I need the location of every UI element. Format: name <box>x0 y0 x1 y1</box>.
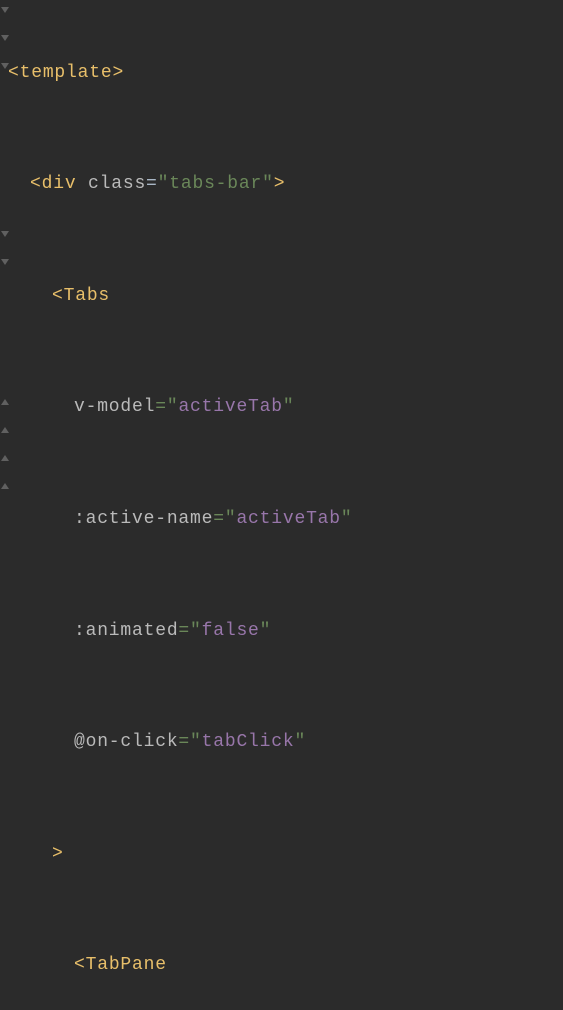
equals-quote: =" <box>155 397 178 417</box>
fold-marker-icon <box>0 482 10 490</box>
code-line[interactable]: <TabPane <box>8 952 563 980</box>
fold-marker-icon <box>0 258 10 266</box>
fold-marker-icon <box>0 230 10 238</box>
fold-marker-icon <box>0 62 10 70</box>
tag-close: > <box>274 174 286 194</box>
equals-quote: =" <box>178 732 201 752</box>
fold-gutter <box>0 4 10 1010</box>
tag-open: < <box>30 174 42 194</box>
code-line[interactable]: :animated="false" <box>8 618 563 646</box>
attr-name: :animated <box>74 621 178 641</box>
code-line[interactable]: :active-name="activeTab" <box>8 506 563 534</box>
code-line[interactable]: <Tabs <box>8 283 563 311</box>
attr-name: v-model <box>74 397 155 417</box>
tag-name: div <box>42 174 77 194</box>
equals-quote: =" <box>213 509 236 529</box>
tag-name: Tabs <box>64 286 110 306</box>
fold-marker-icon <box>0 426 10 434</box>
fold-marker-icon <box>0 34 10 42</box>
attr-expr: false <box>202 621 260 641</box>
tag-close: > <box>112 63 124 83</box>
fold-marker-icon <box>0 398 10 406</box>
quote: " <box>341 509 353 529</box>
code-block[interactable]: <template> <div class="tabs-bar"> <Tabs … <box>8 4 563 1010</box>
quote: " <box>260 621 272 641</box>
attr-name: @on-click <box>74 732 178 752</box>
quote: " <box>283 397 295 417</box>
attr-name: :active-name <box>74 509 213 529</box>
attr-expr: activeTab <box>236 509 340 529</box>
code-line[interactable]: v-model="activeTab" <box>8 394 563 422</box>
equals-quote: =" <box>178 621 201 641</box>
attr-expr: tabClick <box>202 732 295 752</box>
code-editor[interactable]: <template> <div class="tabs-bar"> <Tabs … <box>0 0 563 1010</box>
fold-marker-icon <box>0 6 10 14</box>
tag-open: < <box>52 286 64 306</box>
code-line[interactable]: > <box>8 841 563 869</box>
attr-name: class <box>88 174 146 194</box>
attr-expr: activeTab <box>178 397 282 417</box>
tag-open: < <box>74 955 86 975</box>
tag-name: TabPane <box>86 955 167 975</box>
code-line[interactable]: <template> <box>8 60 563 88</box>
equals: = <box>146 174 158 194</box>
fold-marker-icon <box>0 454 10 462</box>
tag-close: > <box>52 844 64 864</box>
quote: " <box>294 732 306 752</box>
tag-name: template <box>20 63 113 83</box>
code-line[interactable]: <div class="tabs-bar"> <box>8 171 563 199</box>
space <box>76 174 88 194</box>
code-line[interactable]: @on-click="tabClick" <box>8 729 563 757</box>
attr-value: "tabs-bar" <box>158 174 274 194</box>
